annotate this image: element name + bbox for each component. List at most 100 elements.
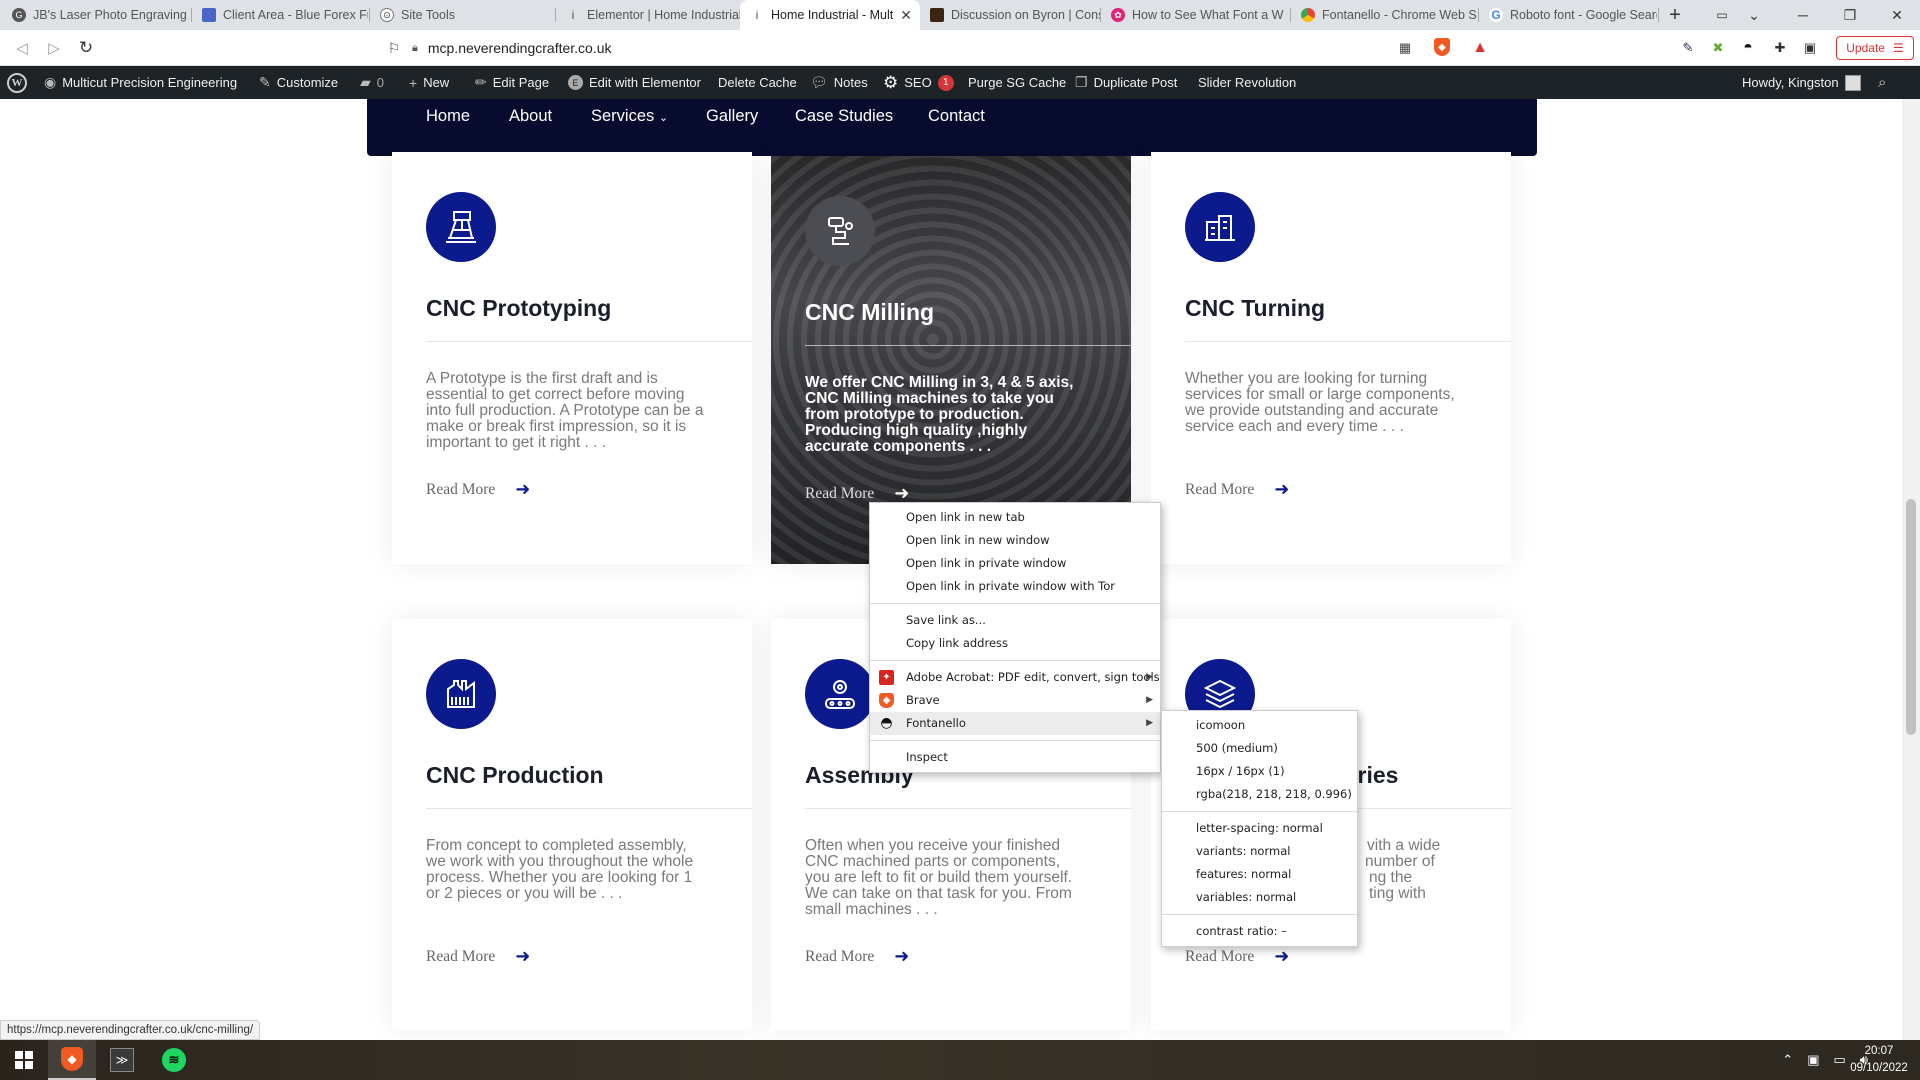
extension-x-icon[interactable]: ✖ xyxy=(1708,38,1728,58)
seo-link[interactable]: ⚙ SEO 1 xyxy=(883,66,954,99)
fontanello-extension-icon[interactable]: ◓ xyxy=(1738,38,1758,58)
delete-cache-link[interactable]: Delete Cache xyxy=(718,66,797,99)
read-more-link[interactable]: Read More ➜ xyxy=(805,483,909,504)
read-more-link[interactable]: Read More ➜ xyxy=(1185,479,1289,500)
separator xyxy=(1162,914,1357,915)
fontanello-submenu: icomoon 500 (medium) 16px / 16px (1) rgb… xyxy=(1161,710,1358,947)
nav-home[interactable]: Home xyxy=(426,107,470,126)
tray-expand-icon[interactable]: ⌃ xyxy=(1782,1052,1793,1068)
tab-title: JB's Laser Photo Engraving xyxy=(33,8,187,22)
comments-link[interactable]: ▰ 0 xyxy=(360,66,384,99)
nav-case-studies[interactable]: Case Studies xyxy=(795,107,893,126)
tab-search-icon[interactable]: ▭ xyxy=(1706,0,1738,30)
notes-link[interactable]: 💬︎ Notes xyxy=(810,66,868,99)
wordpress-logo-icon[interactable]: W xyxy=(7,66,27,99)
tab-favicon-icon: i xyxy=(755,8,759,22)
read-more-link[interactable]: Read More ➜ xyxy=(426,479,530,500)
restore-button[interactable]: ❐ xyxy=(1827,0,1873,30)
close-window-button[interactable]: ✕ xyxy=(1874,0,1920,30)
tab-5[interactable]: Discussion on Byron | Cons xyxy=(920,0,1100,30)
tab-6[interactable]: ✿ How to See What Font a W xyxy=(1101,0,1289,30)
new-content-link[interactable]: + New xyxy=(409,66,449,99)
prototyping-icon xyxy=(426,192,496,262)
ctx-open-private-window[interactable]: Open link in private window xyxy=(870,552,1160,575)
ctx-fontanello[interactable]: ◓ Fontanello ▶ xyxy=(870,712,1160,735)
ctx-open-new-window[interactable]: Open link in new window xyxy=(870,529,1160,552)
nav-contact[interactable]: Contact xyxy=(928,107,985,126)
separator xyxy=(870,740,1160,741)
nav-gallery[interactable]: Gallery xyxy=(706,107,758,126)
font-color-item[interactable]: rgba(218, 218, 218, 0.996) xyxy=(1162,783,1357,806)
slider-revolution-link[interactable]: Slider Revolution xyxy=(1198,66,1296,99)
back-button[interactable]: ◁ xyxy=(10,36,34,60)
tab-0[interactable]: G JB's Laser Photo Engraving xyxy=(2,0,190,30)
brave-shields-icon[interactable]: ◆ xyxy=(1434,38,1450,56)
tab-title: Fontanello - Chrome Web S xyxy=(1322,8,1477,22)
start-button[interactable] xyxy=(0,1040,48,1080)
tab-4-active[interactable]: i Home Industrial - Mult ✕ xyxy=(740,0,920,30)
new-tab-button[interactable]: + xyxy=(1662,2,1688,28)
account-menu[interactable]: Howdy, Kingston xyxy=(1742,66,1861,99)
update-button[interactable]: Update ☰ xyxy=(1836,36,1914,60)
ctx-adobe-acrobat[interactable]: ✦ Adobe Acrobat: PDF edit, convert, sign… xyxy=(870,666,1160,689)
purge-cache-link[interactable]: Purge SG Cache xyxy=(968,66,1066,99)
customize-link[interactable]: ✎ Customize xyxy=(259,66,338,99)
read-more-link[interactable]: Read More ➜ xyxy=(1185,946,1289,967)
taskbar-brave-browser[interactable]: ◆ xyxy=(48,1040,96,1080)
notes-label: Notes xyxy=(833,75,868,90)
tab-favicon-icon: ✿ xyxy=(1111,8,1125,22)
read-more-link[interactable]: Read More ➜ xyxy=(805,946,909,967)
page-scrollbar[interactable] xyxy=(1902,99,1920,1040)
tab-2[interactable]: ⊙ Site Tools xyxy=(370,0,546,30)
fontanello-icon: ◓ xyxy=(880,715,893,731)
variables-item[interactable]: variables: normal xyxy=(1162,886,1357,909)
separator xyxy=(1162,811,1357,812)
ctx-save-link[interactable]: Save link as... xyxy=(870,609,1160,632)
brave-rewards-icon[interactable]: ▲ xyxy=(1470,38,1490,58)
taskbar-vscode[interactable]: ≫ xyxy=(98,1040,146,1080)
bookmark-icon[interactable]: ⚐ xyxy=(382,36,406,60)
edit-elementor-link[interactable]: E Edit with Elementor xyxy=(568,66,701,99)
read-more-label: Read More xyxy=(805,484,875,502)
forward-button[interactable]: ▷ xyxy=(42,36,66,60)
ctx-brave[interactable]: ◆ Brave ▶ xyxy=(870,689,1160,712)
taskbar-spotify[interactable]: ≋ xyxy=(150,1040,198,1080)
taskbar-clock[interactable]: 20:07 09/10/2022 xyxy=(1848,1043,1910,1077)
nav-services[interactable]: Services ⌄ xyxy=(591,107,668,126)
minimize-button[interactable]: ─ xyxy=(1780,0,1826,30)
extensions-puzzle-icon[interactable]: ✚ xyxy=(1770,38,1790,58)
features-item[interactable]: features: normal xyxy=(1162,863,1357,886)
font-size-item[interactable]: 16px / 16px (1) xyxy=(1162,760,1357,783)
extension-eyedropper-icon[interactable]: ✎ xyxy=(1678,38,1698,58)
meet-now-icon[interactable]: ▣ xyxy=(1807,1052,1819,1068)
read-more-link[interactable]: Read More ➜ xyxy=(426,946,530,967)
tab-7[interactable]: Fontanello - Chrome Web S xyxy=(1291,0,1477,30)
scrollbar-thumb[interactable] xyxy=(1906,499,1916,735)
lock-icon: 🔒︎ xyxy=(412,41,418,54)
variants-item[interactable]: variants: normal xyxy=(1162,840,1357,863)
chevron-down-icon[interactable]: ⌄ xyxy=(1738,0,1770,30)
ctx-copy-link[interactable]: Copy link address xyxy=(870,632,1160,655)
contrast-ratio-item[interactable]: contrast ratio: – xyxy=(1162,920,1357,943)
tab-1[interactable]: Client Area - Blue Forex Fu xyxy=(192,0,368,30)
font-family-item[interactable]: icomoon xyxy=(1162,714,1357,737)
network-icon[interactable]: ▭ xyxy=(1834,1052,1846,1068)
tab-8[interactable]: G Roboto font - Google Searc xyxy=(1479,0,1657,30)
tab-3[interactable]: i Elementor | Home Industrial xyxy=(556,0,740,30)
site-name-link[interactable]: ◉ Multicut Precision Engineering xyxy=(44,66,237,99)
font-weight-item[interactable]: 500 (medium) xyxy=(1162,737,1357,760)
search-icon[interactable]: ⌕ xyxy=(1878,66,1886,99)
ctx-open-tor-window[interactable]: Open link in private window with Tor xyxy=(870,575,1160,598)
duplicate-post-link[interactable]: ❐ Duplicate Post xyxy=(1075,66,1177,99)
brave-lion-icon: ◆ xyxy=(879,693,894,708)
qr-code-icon[interactable]: ▦ xyxy=(1395,38,1415,58)
reload-button[interactable]: ↻ xyxy=(74,36,98,60)
wallet-icon[interactable]: ▣ xyxy=(1800,38,1820,58)
address-bar[interactable]: 🔒︎ mcp.neverendingcrafter.co.uk xyxy=(412,34,1412,62)
letter-spacing-item[interactable]: letter-spacing: normal xyxy=(1162,817,1357,840)
ctx-inspect[interactable]: Inspect xyxy=(870,746,1160,769)
close-tab-icon[interactable]: ✕ xyxy=(900,7,912,24)
edit-page-link[interactable]: ✏ Edit Page xyxy=(475,66,549,99)
nav-about[interactable]: About xyxy=(509,107,552,126)
ctx-open-new-tab[interactable]: Open link in new tab xyxy=(870,506,1160,529)
